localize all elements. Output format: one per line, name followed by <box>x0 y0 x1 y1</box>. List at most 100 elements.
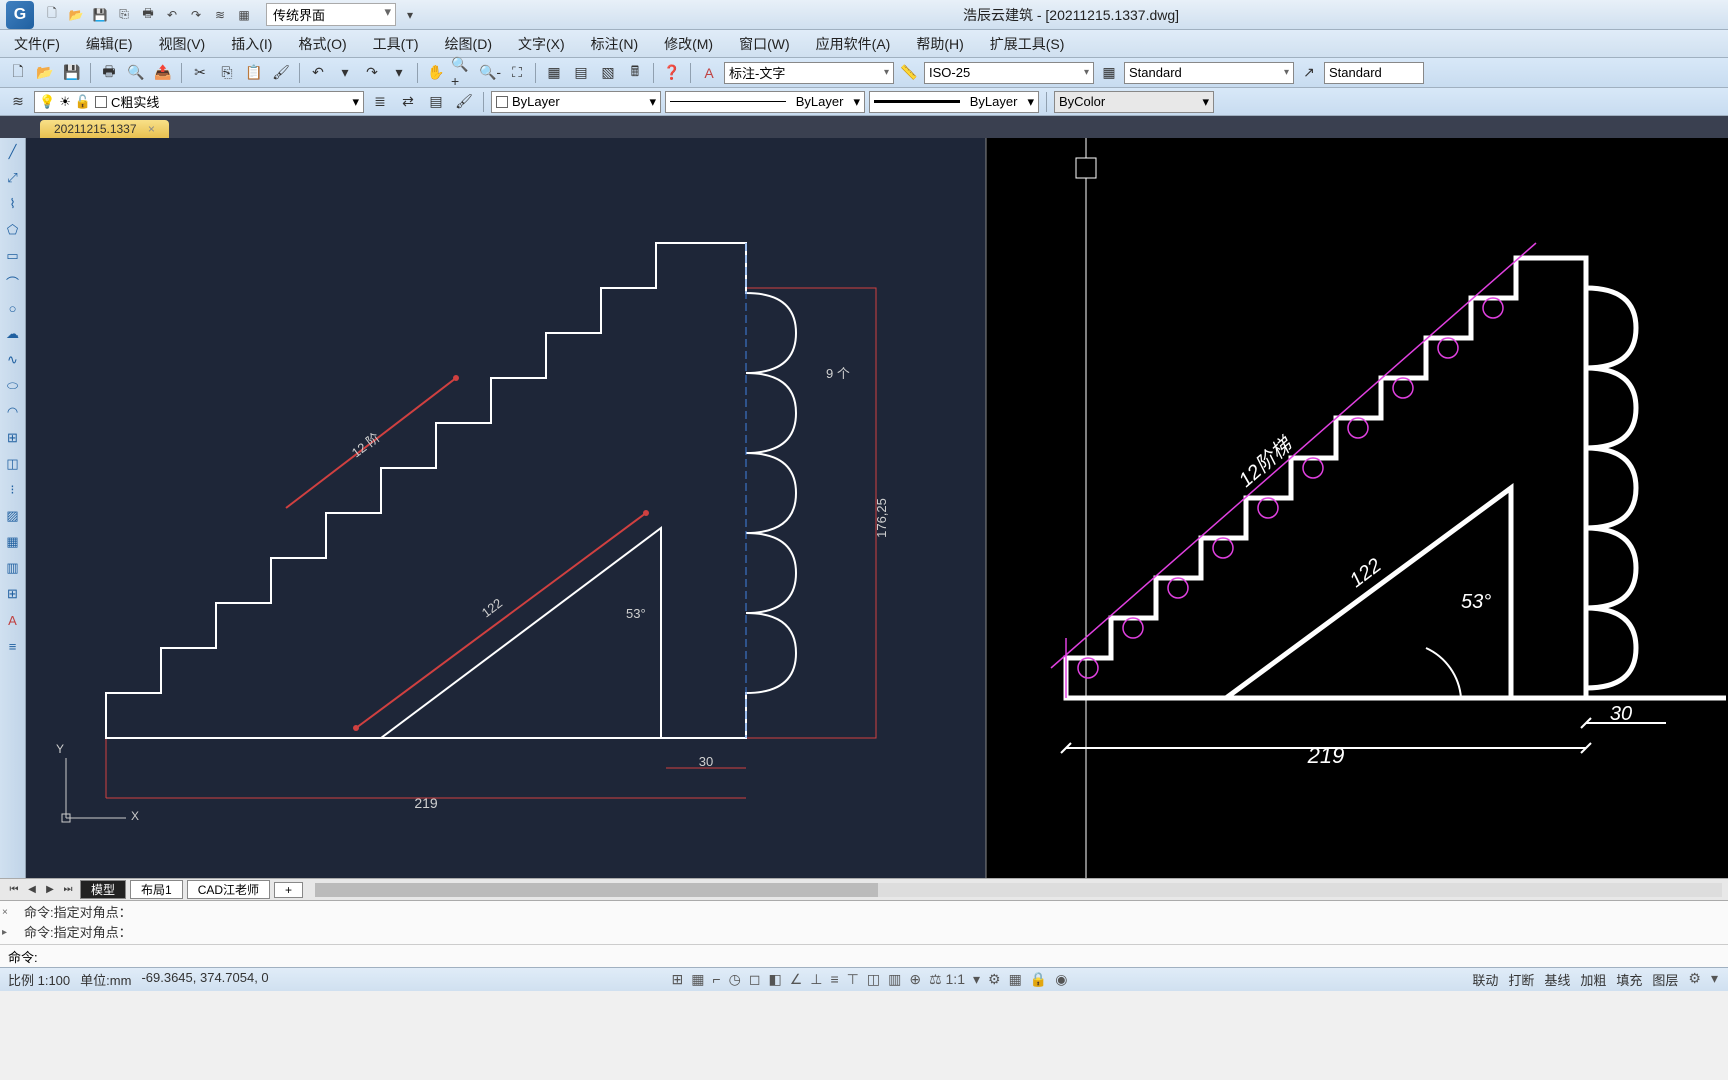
layer-prev-icon[interactable]: ⇄ <box>396 90 420 114</box>
save-icon[interactable]: 💾 <box>90 5 110 25</box>
mline-icon[interactable]: ≡ <box>3 636 23 656</box>
menu-tools[interactable]: 工具(T) <box>369 32 423 56</box>
menu-text[interactable]: 文字(X) <box>514 32 569 56</box>
line-icon[interactable]: ╱ <box>3 142 23 162</box>
rectangle-icon[interactable]: ▭ <box>3 246 23 266</box>
anno-auto-icon[interactable]: ⚙ <box>986 971 1003 988</box>
calc-icon[interactable]: 🖩 <box>623 61 647 85</box>
undo2-icon[interactable]: ↶ <box>306 61 330 85</box>
layers-icon[interactable]: ≋ <box>210 5 230 25</box>
redo-icon[interactable]: ↷ <box>186 5 206 25</box>
snap-icon[interactable]: ⊞ <box>670 971 686 988</box>
cut-icon[interactable]: ✂ <box>188 61 212 85</box>
undo-dd-icon[interactable]: ▾ <box>333 61 357 85</box>
copy-icon[interactable]: ⎘ <box>215 61 239 85</box>
dimstyle-dropdown[interactable]: ISO-25▾ <box>924 62 1094 84</box>
ellipse-arc-icon[interactable]: ◠ <box>3 402 23 422</box>
pan-icon[interactable]: ✋ <box>424 61 448 85</box>
status-scale[interactable]: 比例 1:100 <box>8 970 70 989</box>
new-file-icon[interactable]: 🗋 <box>6 61 30 85</box>
table-icon[interactable]: ⊞ <box>3 584 23 604</box>
linetype-dropdown[interactable]: ByLayer ▾ <box>665 91 865 113</box>
print-icon[interactable]: 🖶 <box>138 5 158 25</box>
ellipse-icon[interactable]: ⬭ <box>3 376 23 396</box>
status-units[interactable]: 单位:mm <box>80 970 131 989</box>
tablestyle-icon[interactable]: ▦ <box>1097 61 1121 85</box>
tablestyle-dropdown[interactable]: Standard▾ <box>1124 62 1294 84</box>
matchprop-icon[interactable]: 🖌 <box>269 61 293 85</box>
menu-insert[interactable]: 插入(I) <box>227 32 276 56</box>
region-icon[interactable]: ▥ <box>3 558 23 578</box>
menu-modify[interactable]: 修改(M) <box>660 32 717 56</box>
osnap3d-icon[interactable]: ◧ <box>767 971 784 988</box>
close-tab-icon[interactable]: × <box>148 122 155 136</box>
textstyle-icon[interactable]: A <box>697 61 721 85</box>
zoom-out-icon[interactable]: 🔍- <box>478 61 502 85</box>
menu-file[interactable]: 文件(F) <box>10 32 64 56</box>
ducs-icon[interactable]: ⊥ <box>808 971 824 988</box>
save-file-icon[interactable]: 💾 <box>60 61 84 85</box>
sc-icon[interactable]: ⊕ <box>907 971 923 988</box>
color-dropdown[interactable]: ByLayer ▾ <box>491 91 661 113</box>
menu-view[interactable]: 视图(V) <box>155 32 210 56</box>
document-tab[interactable]: 20211215.1337 × <box>40 120 169 138</box>
ortho-icon[interactable]: ⌐ <box>710 971 722 988</box>
workspace-dropdown[interactable]: 传统界面 <box>266 3 396 26</box>
circle-icon[interactable]: ○ <box>3 298 23 318</box>
status-fill[interactable]: 填充 <box>1614 970 1644 989</box>
polygon-icon[interactable]: ⬠ <box>3 220 23 240</box>
saveas-icon[interactable]: ⎘ <box>114 5 134 25</box>
layout-tab-model[interactable]: 模型 <box>80 880 126 899</box>
hardware-icon[interactable]: ◉ <box>1053 971 1069 988</box>
layer-dropdown[interactable]: 💡 ☀ 🔓 C粗实线 ▾ <box>34 91 364 113</box>
anno-vis-icon[interactable]: ▾ <box>971 971 982 988</box>
insert-block-icon[interactable]: ⊞ <box>3 428 23 448</box>
open-icon[interactable]: 📂 <box>66 5 86 25</box>
publish-icon[interactable]: 📤 <box>151 61 175 85</box>
command-input[interactable] <box>42 949 1720 964</box>
redo-dd-icon[interactable]: ▾ <box>387 61 411 85</box>
osnap-icon[interactable]: ◻ <box>747 971 763 988</box>
status-break[interactable]: 打断 <box>1506 970 1536 989</box>
xline-icon[interactable]: ⤢ <box>3 168 23 188</box>
polar-icon[interactable]: ◷ <box>727 971 743 988</box>
point-icon[interactable]: ⁝ <box>3 480 23 500</box>
last-tab-icon[interactable]: ⏭ <box>60 882 76 898</box>
arc-icon[interactable]: ⌒ <box>3 272 23 292</box>
grid-icon[interactable]: ▦ <box>689 971 706 988</box>
paste-icon[interactable]: 📋 <box>242 61 266 85</box>
lineweight-dropdown[interactable]: ByLayer ▾ <box>869 91 1039 113</box>
hatch-icon[interactable]: ▨ <box>3 506 23 526</box>
status-link[interactable]: 联动 <box>1470 970 1500 989</box>
new-icon[interactable]: 🗋 <box>42 5 62 25</box>
props-panel-icon[interactable]: ▦ <box>542 61 566 85</box>
pin-cmd-icon[interactable]: ▸ <box>2 923 16 937</box>
prev-tab-icon[interactable]: ◀ <box>24 882 40 898</box>
status-baseline[interactable]: 基线 <box>1542 970 1572 989</box>
qp-icon[interactable]: ▥ <box>886 971 903 988</box>
textstyle-dropdown[interactable]: 标注-文字▾ <box>724 62 894 84</box>
expand-icon[interactable]: ▾ <box>1709 970 1720 989</box>
layout-tab-2[interactable]: CAD江老师 <box>187 880 270 899</box>
props-icon[interactable]: ▦ <box>234 5 254 25</box>
anno-scale-icon[interactable]: ⚖ 1:1 <box>927 971 967 988</box>
zoom-ext-icon[interactable]: ⛶ <box>505 61 529 85</box>
help-icon[interactable]: ❓ <box>660 61 684 85</box>
menu-app[interactable]: 应用软件(A) <box>812 32 895 56</box>
dimstyle-icon[interactable]: 📏 <box>897 61 921 85</box>
zoom-in-icon[interactable]: 🔍+ <box>451 61 475 85</box>
print-btn-icon[interactable]: 🖶 <box>97 61 121 85</box>
mleader-icon[interactable]: ↗ <box>1297 61 1321 85</box>
text-icon[interactable]: A <box>3 610 23 630</box>
qat-more-icon[interactable]: ▾ <box>400 5 420 25</box>
transparency-icon[interactable]: ◫ <box>865 971 882 988</box>
horizontal-scrollbar[interactable] <box>315 883 1722 897</box>
lock-ui-icon[interactable]: 🔒 <box>1028 971 1049 988</box>
design-center-icon[interactable]: ▤ <box>569 61 593 85</box>
layer-state-icon[interactable]: ▤ <box>424 90 448 114</box>
menu-draw[interactable]: 绘图(D) <box>441 32 496 56</box>
preview-icon[interactable]: 🔍 <box>124 61 148 85</box>
menu-edit[interactable]: 编辑(E) <box>82 32 137 56</box>
open-file-icon[interactable]: 📂 <box>33 61 57 85</box>
tool-palette-icon[interactable]: ▧ <box>596 61 620 85</box>
